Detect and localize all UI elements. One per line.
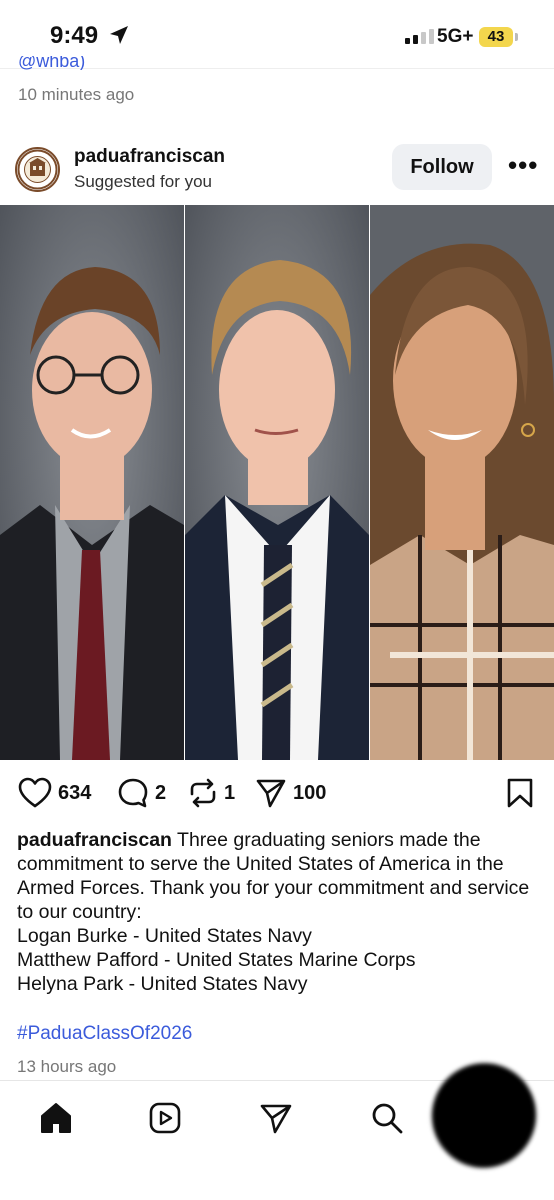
comment-action[interactable]: 2	[117, 777, 166, 809]
hashtag-link[interactable]: #PaduaClassOf2026	[17, 1023, 192, 1045]
repost-count: 1	[224, 781, 236, 804]
home-icon	[41, 1103, 71, 1133]
portrait-collage	[0, 205, 554, 760]
caption-line: Logan Burke - United States Navy	[17, 925, 312, 947]
tab-reels[interactable]	[148, 1101, 182, 1140]
send-icon	[260, 1104, 292, 1134]
comment-bubble-icon	[118, 778, 148, 808]
more-options-icon[interactable]: •••	[508, 150, 538, 181]
share-action[interactable]: 100	[255, 777, 326, 809]
like-action[interactable]: 634	[18, 777, 91, 809]
caption-username[interactable]: paduafranciscan	[17, 829, 172, 851]
save-action[interactable]	[506, 777, 534, 809]
tab-home[interactable]	[38, 1101, 74, 1140]
search-icon	[372, 1103, 403, 1134]
follow-button[interactable]: Follow	[392, 144, 492, 190]
post-caption: paduafranciscan Three graduating seniors…	[17, 828, 539, 996]
repost-action[interactable]: 1	[188, 777, 235, 809]
bookmark-icon	[507, 778, 533, 808]
post-image[interactable]	[0, 205, 554, 760]
status-time: 9:49	[50, 22, 99, 49]
send-icon	[256, 779, 286, 808]
comment-count: 2	[155, 781, 167, 804]
post-username[interactable]: paduafranciscan	[74, 146, 225, 168]
battery-level: 43	[479, 27, 513, 47]
previous-post-handle[interactable]: @whba)	[18, 56, 85, 70]
tab-messages[interactable]	[259, 1101, 293, 1140]
heart-icon	[18, 777, 52, 808]
network-type: 5G+	[437, 26, 474, 47]
caption-line: Helyna Park - United States Navy	[17, 973, 308, 995]
cellular-signal-icon	[405, 29, 434, 44]
suggested-label: Suggested for you	[74, 172, 212, 191]
share-count: 100	[293, 781, 327, 804]
school-crest-icon	[17, 149, 58, 190]
avatar[interactable]	[15, 147, 60, 192]
repost-icon	[190, 778, 216, 808]
tab-search[interactable]	[370, 1101, 404, 1140]
caption-line: Matthew Pafford - United States Marine C…	[17, 949, 416, 971]
post-actions: 634 2 1 100	[0, 777, 554, 811]
previous-post-time: 10 minutes ago	[18, 85, 135, 104]
battery-cap	[515, 33, 518, 41]
like-count: 634	[58, 781, 92, 804]
reels-icon	[149, 1102, 181, 1134]
location-arrow-icon	[110, 26, 128, 44]
post-timestamp: 13 hours ago	[17, 1057, 117, 1076]
